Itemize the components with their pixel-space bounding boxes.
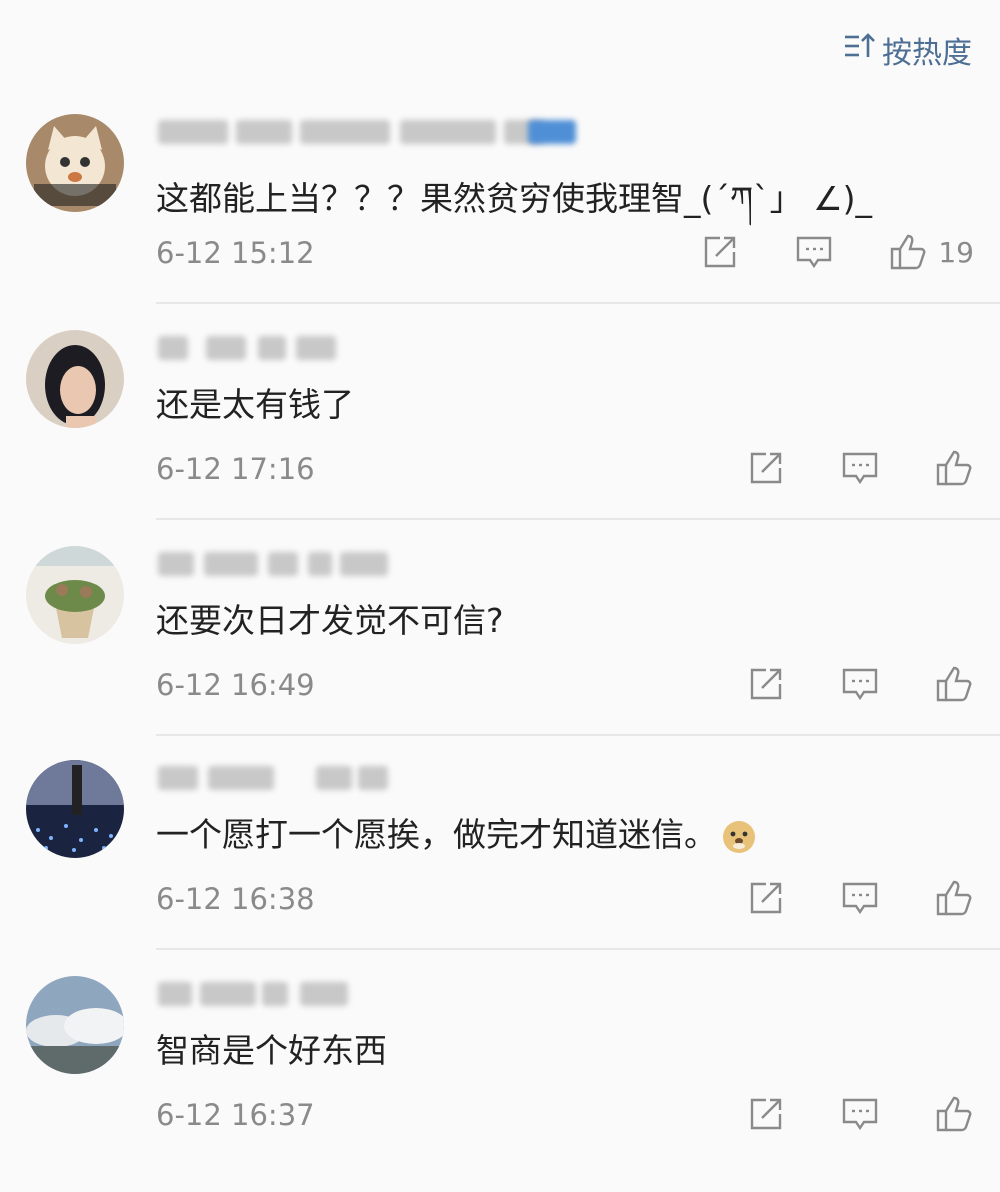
share-button[interactable] bbox=[700, 232, 740, 272]
avatar[interactable] bbox=[26, 760, 124, 858]
reply-button[interactable] bbox=[840, 664, 880, 704]
thumbs-up-icon bbox=[936, 1096, 972, 1132]
comment-time: 6-12 17:16 bbox=[156, 452, 315, 486]
like-button[interactable]: 19 bbox=[888, 232, 974, 272]
comment-actions bbox=[692, 448, 974, 488]
comment-icon bbox=[797, 236, 832, 269]
share-icon bbox=[750, 1098, 782, 1130]
share-icon bbox=[750, 882, 782, 914]
like-button[interactable] bbox=[934, 878, 974, 918]
comment-actions bbox=[692, 878, 974, 918]
reply-button[interactable] bbox=[840, 878, 880, 918]
username-redacted[interactable] bbox=[158, 336, 618, 364]
divider bbox=[156, 302, 1000, 304]
comment-actions bbox=[692, 664, 974, 704]
username-redacted[interactable] bbox=[158, 766, 618, 794]
comment-item: 还是太有钱了 6-12 17:16 bbox=[0, 330, 1000, 546]
sort-descending-icon bbox=[842, 29, 876, 71]
like-button[interactable] bbox=[934, 664, 974, 704]
divider bbox=[156, 734, 1000, 736]
comment-actions: 19 bbox=[646, 232, 974, 272]
like-button[interactable] bbox=[934, 1094, 974, 1134]
thumbs-up-icon bbox=[936, 450, 972, 486]
like-button[interactable] bbox=[934, 448, 974, 488]
share-icon bbox=[750, 668, 782, 700]
avatar[interactable] bbox=[26, 330, 124, 428]
comment-text: 还是太有钱了 bbox=[156, 385, 354, 424]
share-button[interactable] bbox=[746, 1094, 786, 1134]
comment-icon bbox=[842, 452, 878, 485]
thumbs-up-icon bbox=[891, 234, 926, 270]
comment-item: 这都能上当？？？果然贫穷使我理智_(´ཀ`」 ∠)_ 6-12 15:12 19 bbox=[0, 114, 1000, 330]
divider bbox=[156, 518, 1000, 520]
avatar[interactable] bbox=[26, 114, 124, 212]
comment-item: 一个愿打一个愿挨，做完才知道迷信。 6-12 16:38 bbox=[0, 760, 1000, 976]
comment-time: 6-12 16:38 bbox=[156, 882, 315, 916]
comment-time: 6-12 15:12 bbox=[156, 236, 315, 270]
doge-emoji-icon bbox=[721, 819, 757, 855]
comment-text-body: 一个愿打一个愿挨，做完才知道迷信。 bbox=[156, 815, 717, 854]
comment-text: 智商是个好东西 bbox=[156, 1031, 387, 1070]
username-redacted[interactable] bbox=[158, 982, 618, 1010]
comment-time: 6-12 16:37 bbox=[156, 1098, 315, 1132]
username-redacted[interactable] bbox=[158, 120, 618, 148]
share-button[interactable] bbox=[746, 664, 786, 704]
comment-item: 智商是个好东西 6-12 16:37 bbox=[0, 976, 1000, 1192]
share-icon bbox=[750, 452, 782, 484]
username-redacted[interactable] bbox=[158, 552, 618, 580]
like-count: 19 bbox=[938, 235, 974, 269]
comment-icon bbox=[842, 882, 878, 915]
thumbs-up-icon bbox=[936, 880, 972, 916]
comment-icon bbox=[842, 1098, 878, 1131]
comment-text: 还要次日才发觉不可信? bbox=[156, 601, 504, 640]
divider bbox=[156, 948, 1000, 950]
comment-icon bbox=[842, 668, 878, 701]
sort-label: 按热度 bbox=[882, 36, 972, 71]
comment-text: 一个愿打一个愿挨，做完才知道迷信。 bbox=[156, 808, 757, 856]
reply-button[interactable] bbox=[840, 448, 880, 488]
share-button[interactable] bbox=[746, 448, 786, 488]
thumbs-up-icon bbox=[936, 666, 972, 702]
share-icon bbox=[705, 236, 736, 268]
reply-button[interactable] bbox=[794, 232, 834, 272]
share-button[interactable] bbox=[746, 878, 786, 918]
comment-actions bbox=[692, 1094, 974, 1134]
comment-item: 还要次日才发觉不可信? 6-12 16:49 bbox=[0, 546, 1000, 762]
comment-time: 6-12 16:49 bbox=[156, 668, 315, 702]
avatar[interactable] bbox=[26, 976, 124, 1074]
avatar[interactable] bbox=[26, 546, 124, 644]
reply-button[interactable] bbox=[840, 1094, 880, 1134]
sort-by-hotness-button[interactable]: 按热度 bbox=[842, 28, 972, 72]
